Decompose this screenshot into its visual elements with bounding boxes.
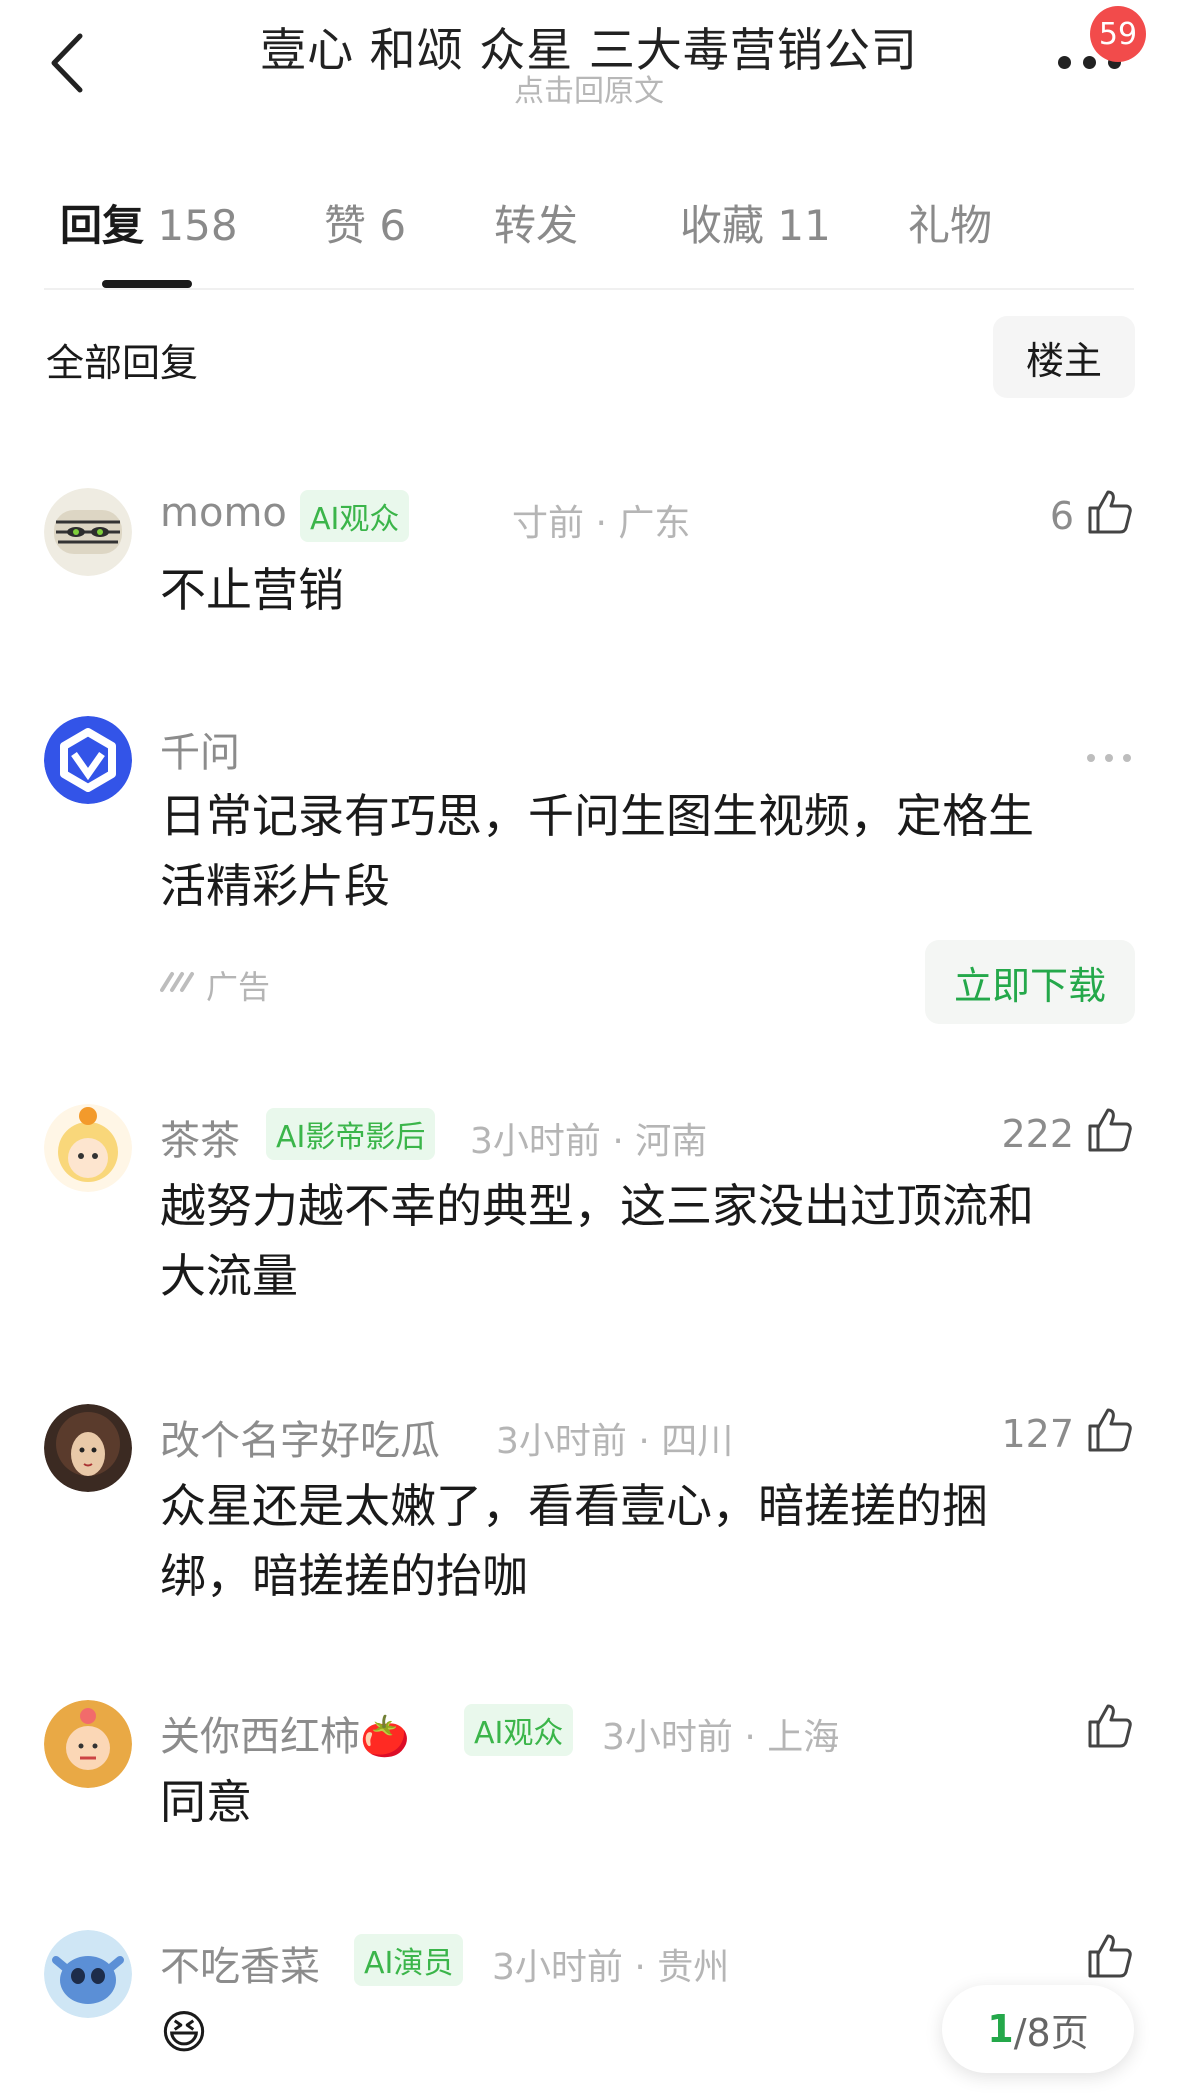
- notification-badge: 59: [1090, 6, 1146, 62]
- owner-only-button[interactable]: 楼主: [993, 316, 1135, 398]
- thumbs-up-icon[interactable]: [1086, 488, 1134, 536]
- tab-gifts[interactable]: 礼物: [908, 192, 992, 253]
- comment-username[interactable]: momo: [160, 490, 287, 536]
- current-page: 1: [987, 2007, 1014, 2051]
- ad-label: 广告: [206, 968, 271, 1006]
- active-tab-indicator: [102, 280, 192, 288]
- ad-icon: [160, 972, 194, 992]
- download-button[interactable]: 立即下载: [925, 940, 1135, 1024]
- total-pages: /8页: [1013, 2010, 1089, 2055]
- comment-text: 😆: [160, 2005, 208, 2059]
- tab-likes[interactable]: 赞 6: [324, 192, 406, 253]
- avatar[interactable]: [44, 488, 132, 576]
- user-tag: AI观众: [464, 1704, 574, 1756]
- thumbs-up-icon[interactable]: [1086, 1406, 1134, 1454]
- comment-username[interactable]: 千问: [160, 720, 240, 778]
- comment-text-line: 越努力越不幸的典型，这三家没出过顶流和: [160, 1179, 1034, 1233]
- comment-username[interactable]: 不吃香菜: [160, 1934, 320, 1992]
- avatar[interactable]: [44, 1404, 132, 1492]
- avatar[interactable]: [44, 1700, 132, 1788]
- comment-meta: 3小时前 · 河南: [470, 1121, 708, 1162]
- like-count: 127: [1001, 1412, 1074, 1456]
- comment-meta: 3小时前 · 上海: [602, 1717, 840, 1758]
- tab-replies[interactable]: 回复 158: [60, 192, 238, 253]
- page-indicator[interactable]: 1/8页: [942, 1985, 1134, 2073]
- like-count: 6: [1049, 494, 1074, 538]
- comment-meta: 3小时前 · 四川: [496, 1421, 734, 1462]
- comment-text: 同意: [160, 1775, 252, 1829]
- avatar[interactable]: [44, 1930, 132, 2018]
- comment-meta: 寸前 · 广东: [512, 503, 691, 544]
- section-title: 全部回复: [46, 341, 199, 385]
- comment-text-line: 绑，暗搓搓的抬咖: [160, 1549, 528, 1603]
- like-count: 222: [1001, 1112, 1074, 1156]
- back-to-original-link[interactable]: 点击回原文: [0, 66, 1178, 110]
- user-tag: AI影帝影后: [266, 1108, 436, 1160]
- comment-text-line: 大流量: [160, 1249, 298, 1303]
- avatar[interactable]: [44, 1104, 132, 1192]
- ad-text-line: 活精彩片段: [160, 859, 390, 913]
- tab-reposts[interactable]: 转发: [494, 192, 578, 253]
- thumbs-up-icon[interactable]: [1086, 1702, 1134, 1750]
- tab-favorites[interactable]: 收藏 11: [680, 192, 831, 253]
- comment-username[interactable]: 茶茶: [160, 1108, 240, 1166]
- comment-meta: 3小时前 · 贵州: [492, 1947, 730, 1988]
- user-tag: AI观众: [300, 490, 410, 542]
- comment-username[interactable]: 改个名字好吃瓜: [160, 1408, 440, 1466]
- user-tag: AI演员: [354, 1934, 464, 1986]
- comment-username[interactable]: 关你西红柿🍅: [160, 1704, 410, 1762]
- comment-text: 不止营销: [160, 563, 344, 617]
- ad-text-line: 日常记录有巧思，千问生图生视频，定格生: [160, 789, 1034, 843]
- avatar[interactable]: [44, 716, 132, 804]
- ad-more-button[interactable]: [1085, 748, 1135, 768]
- comment-text-line: 众星还是太嫩了，看看壹心，暗搓搓的捆: [160, 1479, 988, 1533]
- thumbs-up-icon[interactable]: [1086, 1932, 1134, 1980]
- thumbs-up-icon[interactable]: [1086, 1106, 1134, 1154]
- tab-divider: [44, 288, 1134, 290]
